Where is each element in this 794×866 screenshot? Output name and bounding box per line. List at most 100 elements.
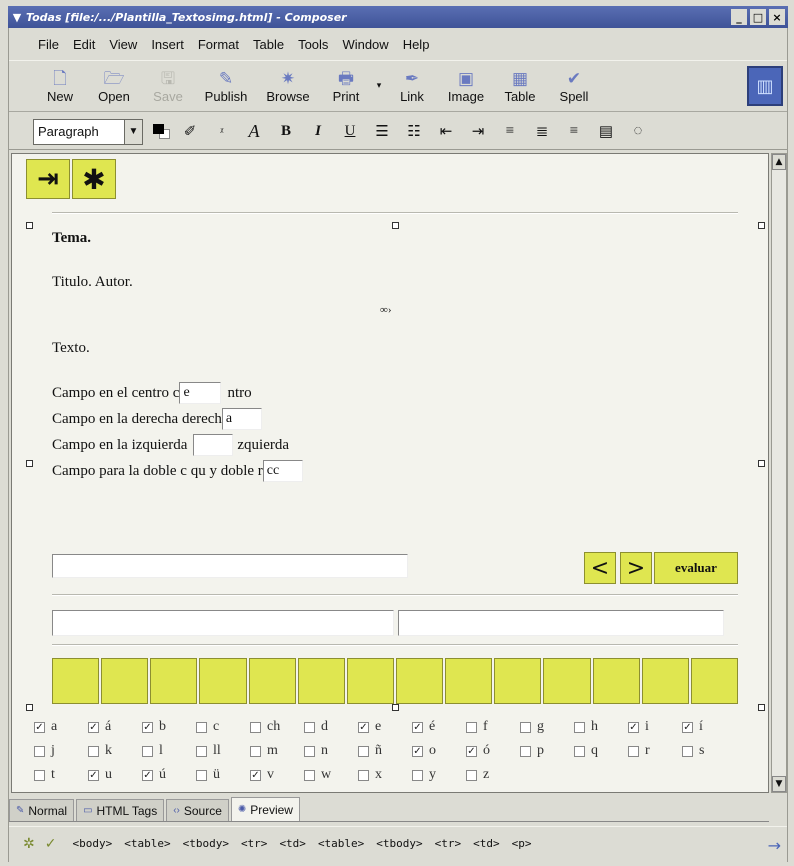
align-right-icon[interactable]: ≡ xyxy=(559,118,589,146)
letter-checkbox[interactable]: ü xyxy=(196,767,250,783)
menu-table[interactable]: Table xyxy=(246,37,291,52)
letter-checkbox[interactable]: f xyxy=(466,719,520,735)
answer-field-right[interactable] xyxy=(398,610,724,636)
checkbox-unchecked-icon[interactable] xyxy=(250,745,261,757)
checkbox-checked-icon[interactable]: ✓ xyxy=(682,721,693,733)
link-button[interactable]: ✒ Link xyxy=(385,62,439,110)
letter-checkbox[interactable]: ñ xyxy=(358,743,412,759)
letter-checkbox[interactable]: w xyxy=(304,767,358,783)
letter-checkbox[interactable]: m xyxy=(250,743,304,759)
paragraph-format-select[interactable]: Paragraph ▼ xyxy=(33,118,143,145)
bullet-list-icon[interactable]: ☰ xyxy=(367,118,397,146)
letter-checkbox[interactable]: ✓ e xyxy=(358,719,412,735)
new-button[interactable]: 🗋 New xyxy=(33,62,87,110)
print-dropdown-icon[interactable]: ▾ xyxy=(373,81,385,91)
checkbox-unchecked-icon[interactable] xyxy=(304,721,315,733)
image-button[interactable]: ▣ Image xyxy=(439,62,493,110)
letter-checkbox[interactable]: ll xyxy=(196,743,250,759)
letter-checkbox[interactable]: z xyxy=(466,767,520,783)
save-button[interactable]: 🖫 Save xyxy=(141,62,195,110)
resize-handle[interactable] xyxy=(758,460,765,467)
campo-input[interactable]: a xyxy=(221,408,262,430)
menu-help[interactable]: Help xyxy=(396,37,437,52)
justify-icon[interactable]: ▤ xyxy=(591,118,621,146)
align-left-icon[interactable]: ≡ xyxy=(495,118,525,146)
resize-handle[interactable] xyxy=(26,704,33,711)
tag-crumb[interactable]: <body> xyxy=(72,837,112,850)
checkbox-checked-icon[interactable]: ✓ xyxy=(88,769,99,781)
menu-edit[interactable]: Edit xyxy=(66,37,102,52)
letter-checkbox[interactable]: ✓ é xyxy=(412,719,466,735)
letter-button[interactable] xyxy=(297,658,345,704)
checkbox-unchecked-icon[interactable] xyxy=(574,721,585,733)
numbered-list-icon[interactable]: ☷ xyxy=(399,118,429,146)
minimize-button[interactable]: _ xyxy=(731,9,747,25)
letter-checkbox[interactable]: h xyxy=(574,719,628,735)
scroll-up-icon[interactable]: ▲ xyxy=(772,154,786,170)
checkbox-unchecked-icon[interactable] xyxy=(34,769,45,781)
checkbox-checked-icon[interactable]: ✓ xyxy=(412,745,423,757)
tag-crumb[interactable]: <tbody> xyxy=(183,837,229,850)
feedback-field[interactable] xyxy=(52,554,408,578)
letter-checkbox[interactable]: d xyxy=(304,719,358,735)
menu-arrow-icon[interactable]: ▼ xyxy=(8,11,26,24)
resize-handle[interactable] xyxy=(26,460,33,467)
checkbox-unchecked-icon[interactable] xyxy=(520,745,531,757)
menu-file[interactable]: File xyxy=(31,37,66,52)
checkbox-checked-icon[interactable]: ✓ xyxy=(34,721,45,733)
resize-handle[interactable] xyxy=(758,704,765,711)
checkbox-checked-icon[interactable]: ✓ xyxy=(142,721,153,733)
letter-checkbox[interactable]: g xyxy=(520,719,574,735)
tab-preview[interactable]: ✺ Preview xyxy=(230,797,300,821)
checkbox-unchecked-icon[interactable] xyxy=(196,745,207,757)
letter-checkbox[interactable]: ✓ u xyxy=(88,767,142,783)
resize-handle[interactable] xyxy=(758,222,765,229)
checkbox-unchecked-icon[interactable] xyxy=(358,769,369,781)
letter-checkbox[interactable]: k xyxy=(88,743,142,759)
tag-crumb[interactable]: <p> xyxy=(512,837,532,850)
print-button[interactable]: 🖶 Print xyxy=(319,62,373,110)
campo-input[interactable]: e xyxy=(179,382,222,404)
tag-crumb[interactable]: <tr> xyxy=(241,837,268,850)
letter-checkbox[interactable]: ✓ a xyxy=(34,719,88,735)
letter-checkbox[interactable]: x xyxy=(358,767,412,783)
checkbox-unchecked-icon[interactable] xyxy=(34,745,45,757)
more-icon[interactable]: ◌ xyxy=(623,118,653,146)
letter-checkbox[interactable]: ✓ á xyxy=(88,719,142,735)
checkbox-unchecked-icon[interactable] xyxy=(358,745,369,757)
underline-icon[interactable]: U xyxy=(335,118,365,146)
arrow-right-icon[interactable]: → xyxy=(768,836,781,855)
checkbox-unchecked-icon[interactable] xyxy=(142,745,153,757)
align-center-icon[interactable]: ≣ xyxy=(527,118,557,146)
publish-button[interactable]: ✎ Publish xyxy=(195,62,257,110)
evaluar-button[interactable]: evaluar xyxy=(654,552,738,584)
letter-button[interactable] xyxy=(346,658,394,704)
larger-font-icon[interactable]: A xyxy=(239,118,269,146)
maximize-button[interactable]: □ xyxy=(750,9,766,25)
open-button[interactable]: 🗁 Open xyxy=(87,62,141,110)
vertical-scrollbar[interactable]: ▲ ▼ xyxy=(771,153,787,793)
letter-button[interactable] xyxy=(445,658,493,704)
spell-button[interactable]: ✔ Spell xyxy=(547,62,601,110)
letter-button[interactable] xyxy=(641,658,689,704)
letter-checkbox[interactable]: t xyxy=(34,767,88,783)
tag-crumb[interactable]: <td> xyxy=(279,837,306,850)
letter-checkbox[interactable]: ✓ i xyxy=(628,719,682,735)
exit-icon[interactable]: ⇥ xyxy=(26,159,70,199)
letter-checkbox[interactable]: ✓ o xyxy=(412,743,466,759)
letter-button[interactable] xyxy=(494,658,542,704)
checkbox-checked-icon[interactable]: ✓ xyxy=(88,721,99,733)
tag-crumb[interactable]: <td> xyxy=(473,837,500,850)
answer-field-left[interactable] xyxy=(52,610,394,636)
tab-html-tags[interactable]: ▭ HTML Tags xyxy=(76,799,165,821)
letter-checkbox[interactable]: c xyxy=(196,719,250,735)
browse-button[interactable]: ✷ Browse xyxy=(257,62,319,110)
checkbox-checked-icon[interactable]: ✓ xyxy=(628,721,639,733)
tab-normal[interactable]: ✎ Normal xyxy=(9,799,75,821)
checkbox-unchecked-icon[interactable] xyxy=(628,745,639,757)
letter-button[interactable] xyxy=(690,658,738,704)
letter-checkbox[interactable]: l xyxy=(142,743,196,759)
menu-format[interactable]: Format xyxy=(191,37,246,52)
tab-source[interactable]: ‹› Source xyxy=(166,799,229,821)
menu-view[interactable]: View xyxy=(102,37,144,52)
